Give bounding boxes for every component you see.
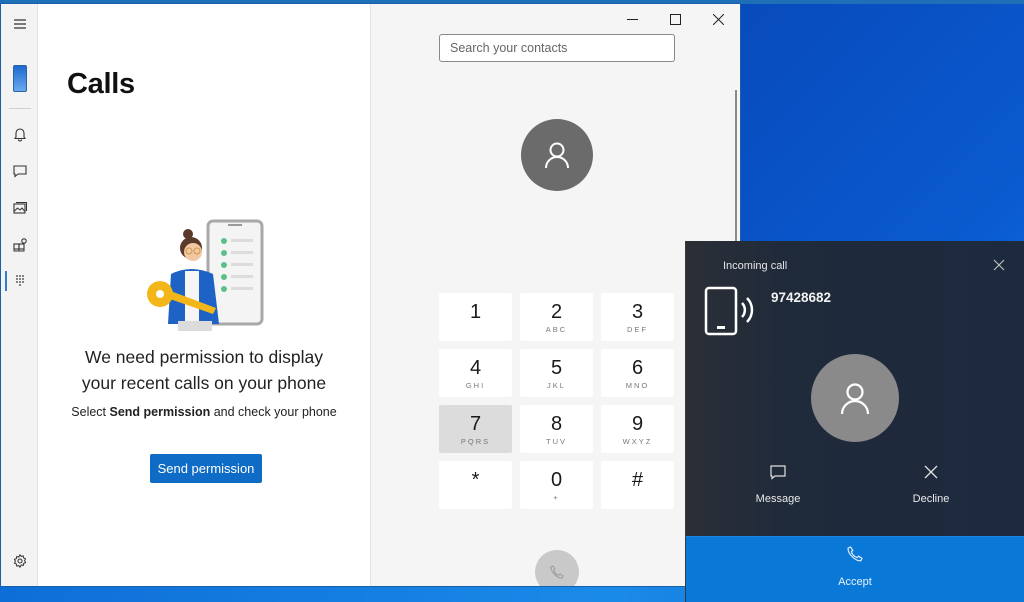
decline-label: Decline [912,493,950,505]
close-notification-icon[interactable] [992,258,1006,272]
sidebar-item-photos[interactable] [1,194,38,222]
dialpad-key[interactable]: 8 TUV [520,405,593,453]
menu-button[interactable] [1,10,38,38]
call-button[interactable] [535,550,579,586]
contact-avatar [521,119,593,191]
key-digit: 6 [631,357,644,379]
dialpad-icon [15,275,24,286]
permission-instructions: Select Send permission and check your ph… [38,405,370,419]
permission-heading-line1: We need permission to display [85,347,323,367]
key-digit: 7 [469,413,482,435]
close-icon [713,13,724,25]
key-digit: # [631,469,644,491]
permission-illustration [147,219,264,331]
bell-icon [13,128,26,142]
dialpad-key[interactable]: * [439,461,512,509]
dialpad-key[interactable]: 9 WXYZ [601,405,674,453]
search-contacts-input[interactable] [439,34,675,62]
sidebar-item-messages[interactable] [1,157,38,185]
instructions-prefix: Select [71,405,110,419]
dialpad-key[interactable]: 7 PQRS [439,405,512,453]
person-icon [545,142,569,169]
accept-button[interactable]: Accept [686,536,1024,602]
minimize-icon [627,18,638,20]
message-label: Message [755,493,801,505]
close-button[interactable] [697,4,740,34]
phone-link-window: Calls We need permission to display your… [0,3,741,587]
nav-rail [1,4,38,586]
toast-title: Incoming call [723,260,788,272]
phone-icon [550,565,564,579]
sidebar-item-notifications[interactable] [1,120,38,148]
phone-button[interactable] [1,62,38,94]
send-permission-button[interactable]: Send permission [150,454,262,483]
key-digit: 0 [550,469,563,491]
key-letters: PQRS [460,437,491,446]
dialpad-key[interactable]: 3 DEF [601,293,674,341]
settings-button[interactable] [1,547,38,575]
phone-thumbnail-icon [12,64,27,92]
key-letters: ABC [545,325,568,334]
calls-left-pane: Calls We need permission to display your… [38,4,370,586]
sidebar-item-calls[interactable] [1,267,38,295]
key-letters: GHI [465,381,486,390]
key-digit: 3 [631,301,644,323]
key-letters: MNO [625,381,650,390]
dialpad-key[interactable]: 2 ABC [520,293,593,341]
accept-label: Accept [838,576,872,588]
dialpad-key[interactable]: 1 [439,293,512,341]
ringing-phone-icon [704,286,754,336]
decline-button[interactable]: Decline [876,463,986,513]
key-digit: 5 [550,357,563,379]
dialpad-key[interactable]: 6 MNO [601,349,674,397]
key-letters: DEF [627,325,648,334]
apps-icon [12,238,27,252]
key-digit: 4 [469,357,482,379]
key-letters: TUV [546,437,567,446]
key-letters: JKL [547,381,566,390]
key-digit: 1 [469,301,482,323]
dialpad-key[interactable]: 4 GHI [439,349,512,397]
key-letters: + [553,493,560,502]
maximize-icon [670,13,681,25]
permission-heading-line2: your recent calls on your phone [81,373,327,393]
phone-icon [847,546,863,562]
gear-icon [13,553,26,569]
maximize-button[interactable] [654,4,697,34]
dialpad-key[interactable]: 0 + [520,461,593,509]
page-title: Calls [67,68,135,100]
photos-icon [12,202,27,214]
hamburger-icon [13,19,26,29]
key-digit: 8 [550,413,563,435]
message-button[interactable]: Message [723,463,833,513]
permission-heading: We need permission to display your recen… [38,344,370,396]
sidebar-item-apps[interactable] [1,231,38,259]
key-digit: 2 [550,301,563,323]
person-icon [840,383,870,415]
caller-number: 97428682 [771,290,832,305]
decline-icon [924,465,938,479]
window-controls [611,4,740,34]
chat-icon [12,165,27,178]
message-icon [770,465,786,480]
key-digit: * [471,469,480,491]
instructions-suffix: and check your phone [210,405,337,419]
key-letters: WXYZ [622,437,653,446]
dialpad-key[interactable]: 5 JKL [520,349,593,397]
dialpad: 1 2 ABC 3 DEF 4 GHI 5 JKL 6 MNO 7 PQRS 8 TUV 9 WXYZ * 0 + # [439,293,675,509]
minimize-button[interactable] [611,4,654,34]
caller-avatar [811,354,899,442]
dialpad-key[interactable]: # [601,461,674,509]
rail-divider [9,108,31,109]
instructions-bold: Send permission [109,405,211,419]
incoming-call-notification: Incoming call 97428682 Message Decline A… [685,241,1024,602]
key-digit: 9 [631,413,644,435]
